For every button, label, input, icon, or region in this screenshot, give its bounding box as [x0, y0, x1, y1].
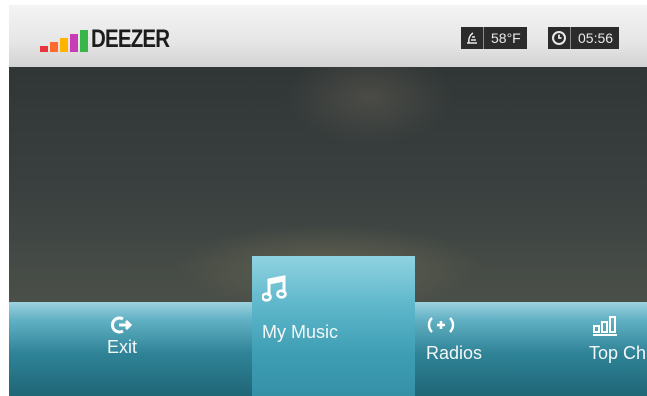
temperature-text: 58°F [491, 30, 521, 46]
time-text: 05:56 [578, 30, 614, 46]
deezer-app-screen: DEEZER 58°F 05:56 Exit My Music Radios T… [9, 5, 647, 396]
chart-bars-icon [593, 316, 617, 336]
clock-icon [548, 27, 570, 49]
menu-item-my-music[interactable]: My Music [252, 256, 415, 396]
clock-indicator: 05:56 [548, 27, 620, 49]
top-bar: DEEZER 58°F 05:56 [9, 5, 647, 67]
radio-waves-icon [427, 317, 455, 333]
deezer-logo: DEEZER [40, 26, 186, 52]
equalizer-logo-icon [40, 30, 88, 52]
menu-item-exit[interactable]: Exit [47, 302, 197, 396]
menu-item-label: Top Ch [589, 343, 647, 363]
weather-indicator: 58°F [461, 27, 527, 49]
music-note-icon [262, 275, 287, 302]
weather-icon [461, 27, 483, 49]
menu-item-top-charts[interactable]: Top Ch [569, 302, 647, 396]
menu-item-label: Exit [106, 337, 137, 357]
exit-icon [111, 316, 133, 334]
menu-item-label: My Music [262, 322, 338, 342]
logo-text: DEEZER [91, 25, 170, 53]
menu-item-radios[interactable]: Radios [401, 302, 521, 396]
menu-item-label: Radios [426, 343, 483, 363]
